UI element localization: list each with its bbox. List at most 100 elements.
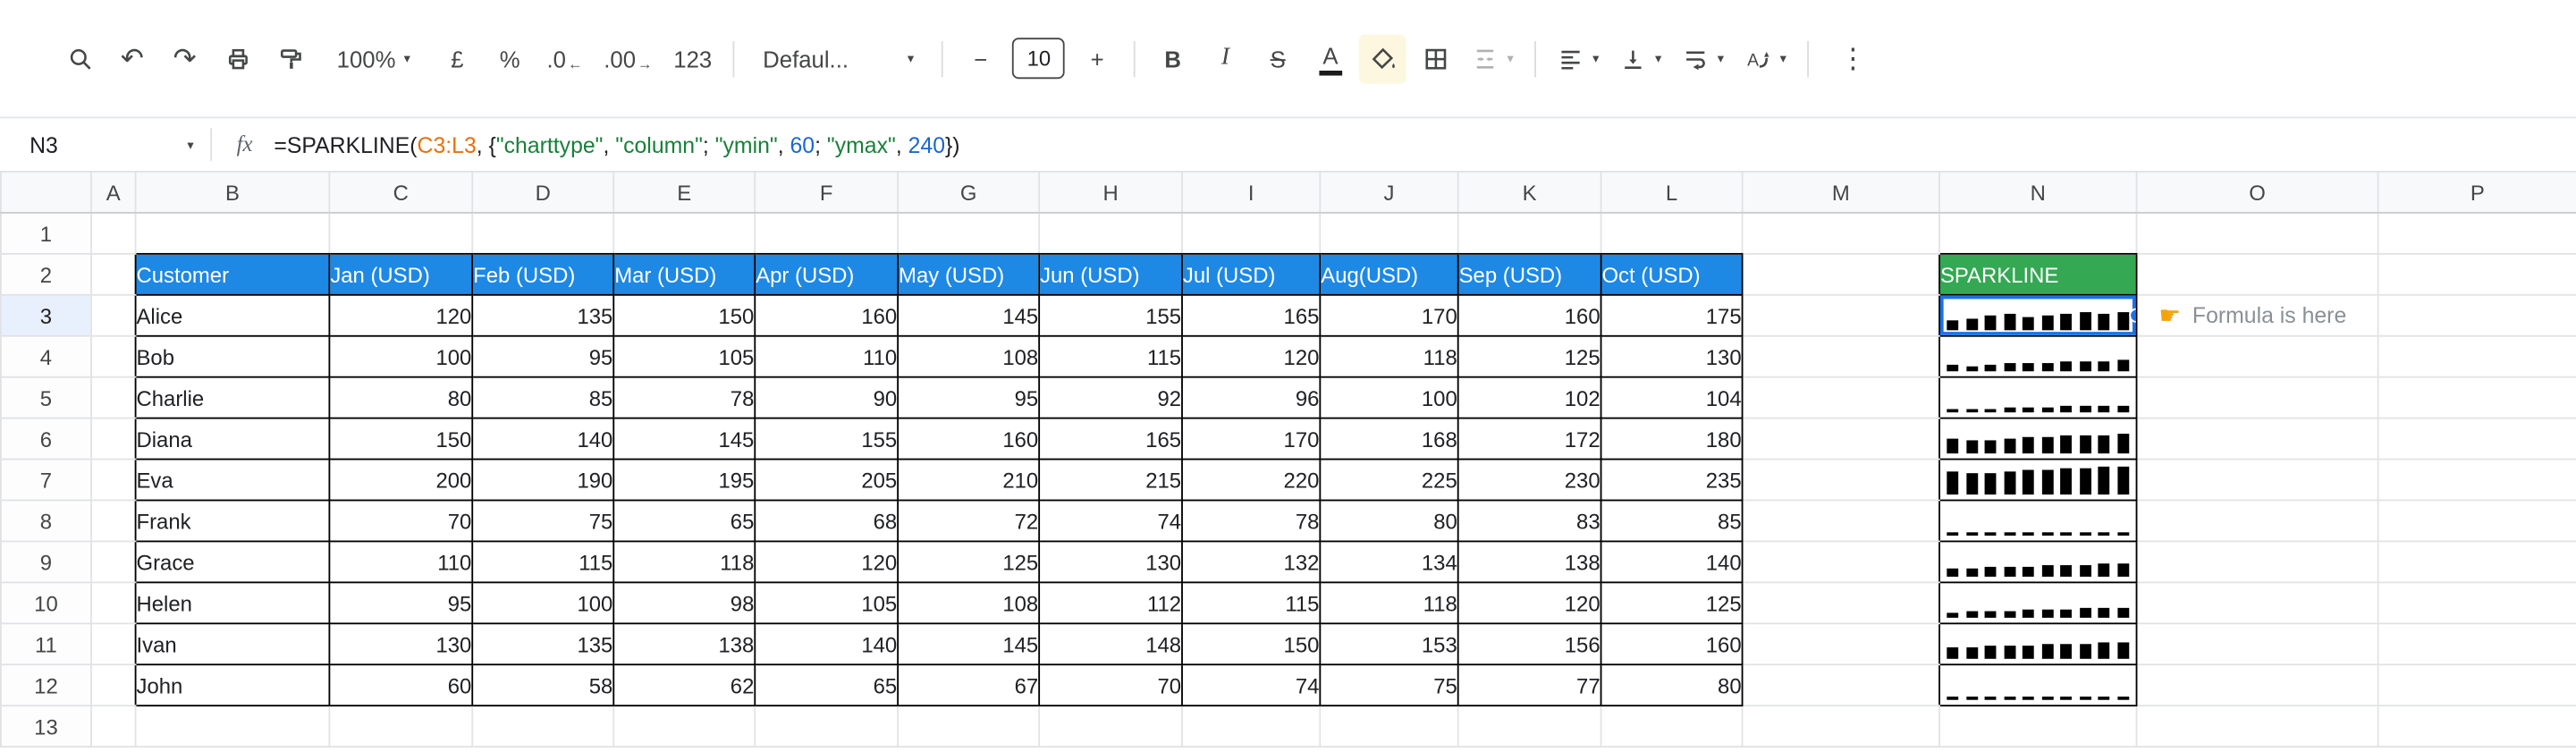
cell-O10[interactable]	[2136, 582, 2379, 625]
cell-K3[interactable]: 160	[1457, 293, 1602, 337]
cell-C13[interactable]	[329, 706, 474, 748]
cell-P11[interactable]	[2378, 623, 2576, 666]
row-header-10[interactable]: 10	[0, 581, 92, 625]
cell-M12[interactable]	[1742, 664, 1940, 707]
number-format-button[interactable]: 123	[665, 34, 720, 83]
cell-N3[interactable]	[1938, 293, 2138, 337]
cell-D11[interactable]: 135	[471, 622, 615, 666]
cell-O13[interactable]	[2136, 706, 2379, 748]
cell-D13[interactable]	[472, 706, 615, 748]
cell-L3[interactable]: 175	[1600, 293, 1744, 337]
cell-O9[interactable]	[2136, 541, 2379, 584]
column-header-F[interactable]: F	[754, 171, 899, 214]
cell-M10[interactable]	[1742, 582, 1940, 625]
cell-M6[interactable]	[1742, 418, 1940, 460]
cell-D8[interactable]: 75	[471, 499, 615, 543]
cell-H7[interactable]: 215	[1038, 458, 1183, 502]
cell-I13[interactable]	[1182, 706, 1322, 748]
cell-K13[interactable]	[1457, 706, 1602, 748]
cell-G13[interactable]	[898, 706, 1041, 748]
cell-L8[interactable]: 85	[1600, 499, 1744, 543]
cell-B9[interactable]: Grace	[134, 540, 331, 584]
cell-E5[interactable]: 78	[612, 376, 756, 419]
cell-M5[interactable]	[1742, 376, 1940, 419]
cell-J8[interactable]: 80	[1319, 499, 1459, 543]
cell-A9[interactable]	[90, 541, 137, 584]
decrease-decimal-button[interactable]: .0 ←	[538, 34, 590, 83]
horizontal-align-button[interactable]: ▾	[1550, 34, 1607, 83]
cell-P7[interactable]	[2378, 459, 2576, 502]
cell-C3[interactable]: 120	[328, 293, 474, 337]
cell-H1[interactable]	[1039, 212, 1183, 255]
cell-G10[interactable]: 108	[897, 581, 1041, 625]
cell-J3[interactable]: 170	[1319, 293, 1459, 337]
text-color-button[interactable]: A	[1306, 34, 1354, 83]
cell-A3[interactable]	[90, 294, 137, 337]
cell-C4[interactable]: 100	[328, 334, 474, 378]
increase-decimal-button[interactable]: .00 →	[595, 34, 661, 83]
cell-K5[interactable]: 102	[1457, 376, 1602, 419]
cell-H2[interactable]: Jun (USD)	[1038, 252, 1183, 296]
italic-button[interactable]: I	[1202, 34, 1249, 83]
cell-H3[interactable]: 155	[1038, 293, 1183, 337]
cell-M9[interactable]	[1742, 541, 1940, 584]
cell-B12[interactable]: John	[134, 663, 331, 707]
cell-I3[interactable]: 165	[1181, 293, 1322, 337]
cell-C2[interactable]: Jan (USD)	[328, 252, 474, 296]
cell-N8[interactable]	[1938, 499, 2138, 543]
cell-F8[interactable]: 68	[754, 499, 899, 543]
cell-N11[interactable]	[1938, 622, 2138, 666]
cell-N1[interactable]	[1939, 212, 2138, 255]
cell-K9[interactable]: 138	[1457, 540, 1602, 584]
cell-J13[interactable]	[1320, 706, 1459, 748]
cell-F3[interactable]: 160	[754, 293, 899, 337]
cell-H8[interactable]: 74	[1038, 499, 1183, 543]
search-button[interactable]	[55, 34, 103, 83]
cell-G5[interactable]: 95	[897, 376, 1041, 419]
column-header-A[interactable]: A	[90, 171, 137, 214]
cell-G3[interactable]: 145	[897, 293, 1041, 337]
cell-I1[interactable]	[1182, 212, 1322, 255]
cell-J2[interactable]: Aug(USD)	[1319, 252, 1459, 296]
cell-G11[interactable]: 145	[897, 622, 1041, 666]
cell-E3[interactable]: 150	[612, 293, 756, 337]
cell-P13[interactable]	[2378, 706, 2576, 748]
cell-C6[interactable]: 150	[328, 417, 474, 460]
text-wrap-button[interactable]: ▾	[1675, 34, 1732, 83]
cell-F11[interactable]: 140	[754, 622, 899, 666]
cell-G2[interactable]: May (USD)	[897, 252, 1041, 296]
cell-O1[interactable]	[2136, 212, 2379, 255]
cell-M13[interactable]	[1742, 706, 1940, 748]
cell-K2[interactable]: Sep (USD)	[1457, 252, 1602, 296]
selection-handle[interactable]	[2131, 309, 2135, 322]
undo-button[interactable]: ↶	[108, 34, 156, 83]
row-header-13[interactable]: 13	[0, 705, 92, 748]
cell-P4[interactable]	[2378, 335, 2576, 378]
cell-K10[interactable]: 120	[1457, 581, 1602, 625]
cell-G6[interactable]: 160	[897, 417, 1041, 460]
cell-O7[interactable]	[2136, 459, 2379, 502]
column-header-G[interactable]: G	[897, 171, 1041, 214]
cell-B6[interactable]: Diana	[134, 417, 331, 460]
borders-button[interactable]	[1412, 34, 1459, 83]
cell-C5[interactable]: 80	[328, 376, 474, 419]
cell-L9[interactable]: 140	[1600, 540, 1744, 584]
cell-F10[interactable]: 105	[754, 581, 899, 625]
cell-I8[interactable]: 78	[1181, 499, 1322, 543]
fill-color-button[interactable]	[1359, 33, 1407, 83]
cell-B4[interactable]: Bob	[134, 334, 331, 378]
cell-D5[interactable]: 85	[471, 376, 615, 419]
cell-E7[interactable]: 195	[612, 458, 756, 502]
column-header-J[interactable]: J	[1319, 171, 1459, 214]
column-header-O[interactable]: O	[2135, 171, 2379, 214]
cell-C9[interactable]: 110	[328, 540, 474, 584]
column-header-E[interactable]: E	[612, 171, 756, 214]
row-header-6[interactable]: 6	[0, 417, 92, 460]
cell-D12[interactable]: 58	[471, 663, 615, 707]
cell-H12[interactable]: 70	[1038, 663, 1183, 707]
cell-G9[interactable]: 125	[897, 540, 1041, 584]
cell-F7[interactable]: 205	[754, 458, 899, 502]
cell-J9[interactable]: 134	[1319, 540, 1459, 584]
cell-L6[interactable]: 180	[1600, 417, 1744, 460]
cell-E2[interactable]: Mar (USD)	[612, 252, 756, 296]
